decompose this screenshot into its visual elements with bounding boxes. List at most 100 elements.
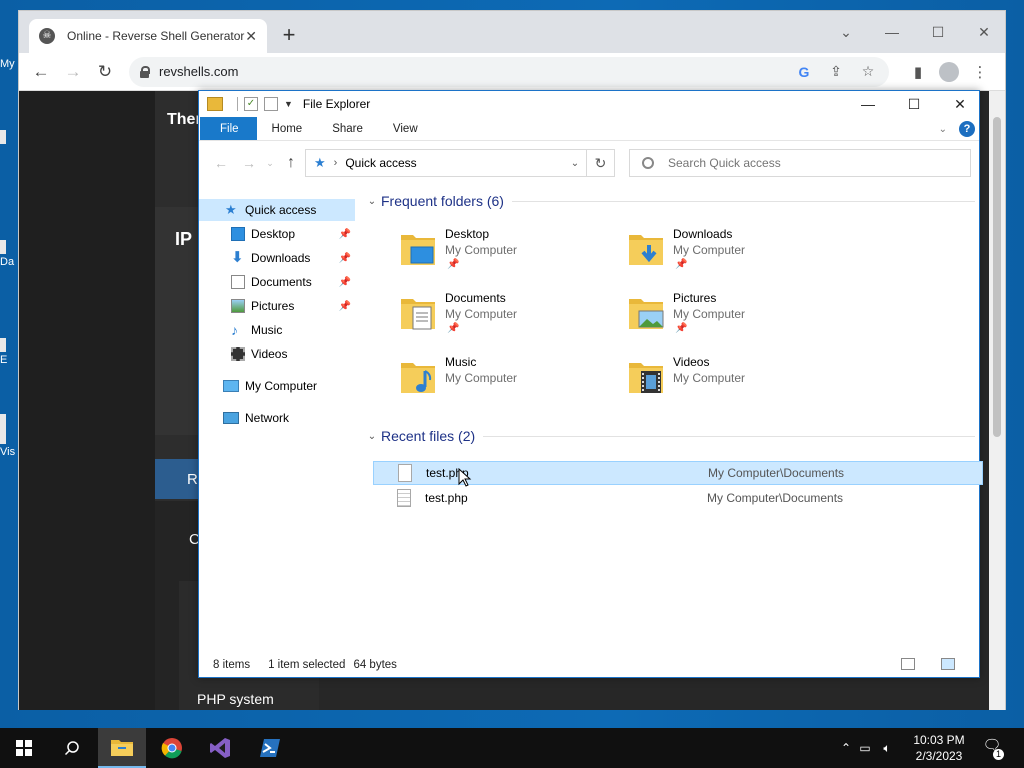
- browser-tab[interactable]: ☠ Online - Reverse Shell Generator ✕: [29, 19, 267, 53]
- nav-item-downloads[interactable]: ⬇ Downloads 📌: [199, 247, 355, 269]
- reload-button[interactable]: ↻: [91, 58, 119, 86]
- desktop-icon-data[interactable]: Da: [0, 240, 20, 268]
- folder-tile-desktop[interactable]: Desktop My Computer 📌: [363, 225, 583, 281]
- close-tab-icon[interactable]: ✕: [245, 28, 257, 45]
- explorer-close-button[interactable]: ✕: [937, 91, 983, 117]
- new-tab-button[interactable]: +: [277, 23, 301, 47]
- taskbar-file-explorer[interactable]: [98, 728, 146, 768]
- nav-item-videos[interactable]: Videos: [199, 343, 355, 365]
- pin-icon[interactable]: 📌: [339, 277, 351, 288]
- desktop-icon[interactable]: [0, 130, 20, 146]
- tab-file[interactable]: File: [200, 117, 257, 140]
- folder-tile-documents[interactable]: Documents My Computer 📌: [363, 289, 583, 345]
- document-icon: [231, 275, 245, 289]
- nav-item-desktop[interactable]: Desktop 📌: [199, 223, 355, 245]
- tab-search-icon[interactable]: ⌄: [823, 17, 869, 47]
- pin-icon[interactable]: 📌: [339, 301, 351, 312]
- start-button[interactable]: [0, 728, 48, 768]
- star-icon: ★: [225, 202, 237, 217]
- nav-label: Documents: [251, 275, 312, 289]
- show-hidden-icons-icon[interactable]: ⌃: [838, 741, 854, 755]
- folder-tile-videos[interactable]: Videos My Computer: [591, 353, 811, 409]
- expand-ribbon-icon[interactable]: ⌄: [939, 124, 947, 135]
- taskbar-visual-studio[interactable]: [196, 728, 244, 768]
- folder-name: Downloads: [673, 227, 733, 241]
- folder-tile-downloads[interactable]: Downloads My Computer 📌: [591, 225, 811, 281]
- properties-icon[interactable]: ✓: [244, 97, 258, 111]
- share-icon[interactable]: ⇪: [825, 63, 847, 80]
- tab-view[interactable]: View: [378, 117, 433, 140]
- recent-file-row[interactable]: test.php My Computer\Documents: [373, 461, 983, 485]
- customize-toolbar-icon[interactable]: ▼: [284, 99, 293, 109]
- tab-share[interactable]: Share: [317, 117, 378, 140]
- taskbar-chrome[interactable]: [148, 728, 196, 768]
- php-system-item[interactable]: PHP system: [197, 691, 274, 707]
- taskbar-powershell[interactable]: [246, 728, 294, 768]
- forward-arrow-icon[interactable]: →: [235, 155, 263, 171]
- menu-kebab-icon[interactable]: ⋮: [965, 63, 995, 81]
- windows-logo-icon: [16, 740, 32, 756]
- recent-locations-icon[interactable]: ⌄: [263, 158, 277, 169]
- download-arrow-icon: ⬇: [231, 249, 244, 266]
- google-translate-icon[interactable]: G: [793, 64, 815, 80]
- frequent-folders-header[interactable]: ⌄ Frequent folders (6): [363, 193, 975, 209]
- forward-button[interactable]: →: [59, 58, 87, 86]
- nav-my-computer[interactable]: My Computer: [199, 375, 355, 397]
- page-heading: Ther: [167, 111, 202, 128]
- search-taskbar-button[interactable]: [48, 728, 96, 768]
- refresh-button[interactable]: ↻: [587, 149, 615, 177]
- desktop-icon-e[interactable]: E: [0, 338, 20, 366]
- address-dropdown-icon[interactable]: ⌄: [564, 158, 586, 169]
- breadcrumb[interactable]: Quick access: [345, 156, 564, 170]
- minimize-button[interactable]: —: [869, 17, 915, 47]
- clock-date: 2/3/2023: [915, 749, 963, 763]
- nav-item-pictures[interactable]: Pictures 📌: [199, 295, 355, 317]
- recent-file-row[interactable]: test.php My Computer\Documents: [373, 486, 983, 510]
- chrome-icon: [161, 738, 182, 759]
- folder-tile-music[interactable]: Music My Computer: [363, 353, 583, 409]
- notifications-button[interactable]: 🗨︎ 1: [980, 736, 1004, 760]
- back-arrow-icon[interactable]: ←: [207, 155, 235, 171]
- tab-home[interactable]: Home: [257, 117, 318, 140]
- desktop-icon-visual-studio[interactable]: Vis: [0, 414, 20, 458]
- explorer-address-bar[interactable]: ★ › Quick access ⌄: [305, 149, 587, 177]
- new-folder-icon[interactable]: [264, 97, 278, 111]
- taskbar-clock[interactable]: 10:03 PM 2/3/2023: [902, 732, 976, 764]
- help-icon[interactable]: ?: [959, 121, 975, 137]
- nav-item-documents[interactable]: Documents 📌: [199, 271, 355, 293]
- breadcrumb-chevron-icon[interactable]: ›: [334, 157, 338, 169]
- nav-item-music[interactable]: ♪ Music: [199, 319, 355, 341]
- view-toggle: [893, 658, 973, 670]
- recent-files-header[interactable]: ⌄ Recent files (2): [363, 428, 975, 444]
- folder-icon[interactable]: [207, 97, 223, 111]
- pin-icon[interactable]: 📌: [339, 229, 351, 240]
- page-scrollbar[interactable]: [989, 91, 1005, 710]
- divider: [483, 435, 975, 437]
- explorer-minimize-button[interactable]: —: [845, 91, 891, 117]
- documents-folder-icon: [401, 299, 435, 330]
- up-arrow-icon[interactable]: ↑: [277, 154, 305, 172]
- nav-network[interactable]: Network: [199, 407, 355, 429]
- network-status-icon[interactable]: ▭: [854, 741, 876, 755]
- folder-tile-pictures[interactable]: Pictures My Computer 📌: [591, 289, 811, 345]
- close-window-button[interactable]: ✕: [961, 17, 1007, 47]
- back-button[interactable]: ←: [27, 58, 55, 86]
- details-view-icon[interactable]: [901, 658, 915, 670]
- large-icons-view-icon[interactable]: [941, 658, 955, 670]
- profile-avatar[interactable]: [939, 61, 959, 82]
- pin-icon[interactable]: 📌: [339, 253, 351, 264]
- address-bar[interactable]: revshells.com G ⇪ ☆: [129, 56, 889, 87]
- maximize-button[interactable]: ☐: [915, 17, 961, 47]
- scrollbar-thumb[interactable]: [993, 117, 1001, 437]
- search-input[interactable]: [668, 156, 948, 170]
- desktop-icon-my-computer[interactable]: My: [0, 58, 20, 70]
- volume-icon[interactable]: 🔈︎: [876, 741, 898, 756]
- collapse-chevron-icon[interactable]: ⌄: [363, 431, 381, 442]
- nav-quick-access[interactable]: ★ Quick access: [199, 199, 355, 221]
- collapse-chevron-icon[interactable]: ⌄: [363, 196, 381, 207]
- explorer-search-box[interactable]: [629, 149, 971, 177]
- explorer-maximize-button[interactable]: ☐: [891, 91, 937, 117]
- side-panel-icon[interactable]: ▮: [903, 63, 933, 81]
- bookmark-star-icon[interactable]: ☆: [857, 63, 879, 80]
- file-path: My Computer\Documents: [707, 491, 844, 505]
